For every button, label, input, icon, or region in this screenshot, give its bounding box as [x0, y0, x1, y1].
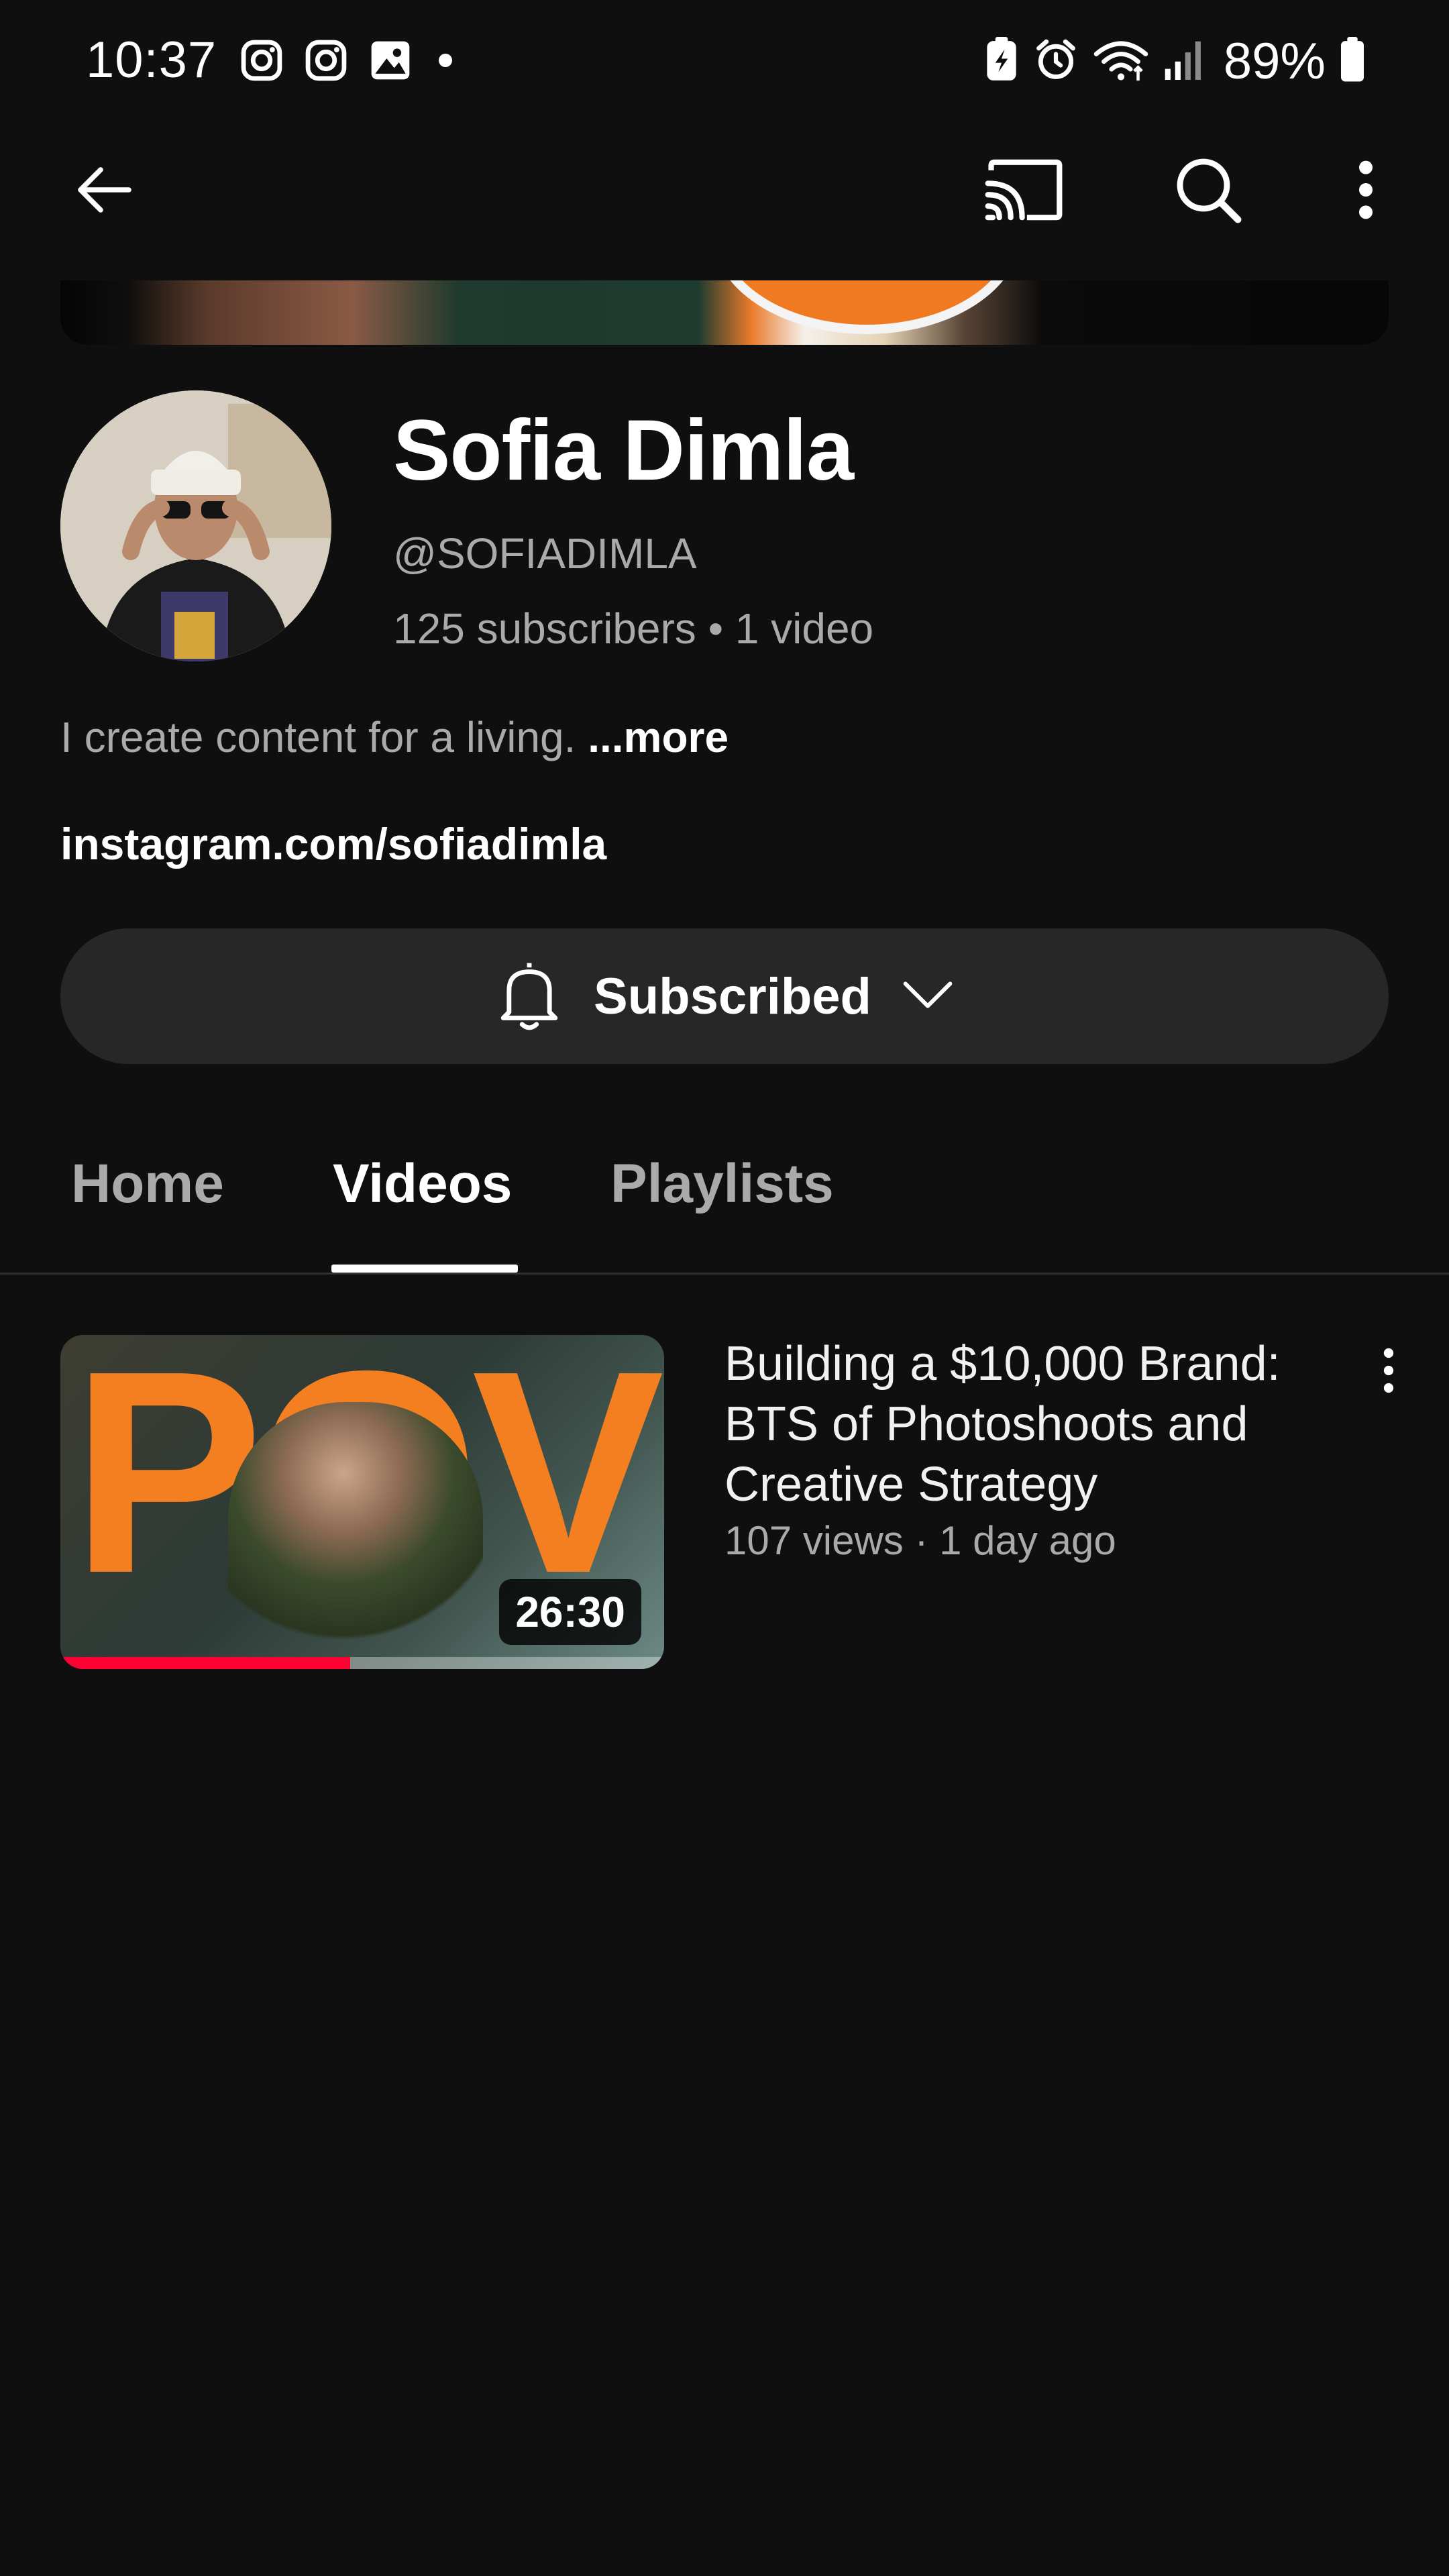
tab-playlists[interactable]: Playlists: [610, 1152, 834, 1216]
youtube-channel-page: 10:37 89% Sofia Dimla @SOFIADIMLA 125 su…: [0, 0, 1449, 2576]
more-link[interactable]: ...more: [576, 713, 729, 761]
video-duration: 26:30: [499, 1579, 641, 1645]
status-icons-right: 89%: [983, 32, 1366, 91]
cast-button[interactable]: [977, 154, 1071, 228]
search-button[interactable]: [1165, 154, 1252, 228]
channel-banner: [60, 280, 1389, 345]
back-button[interactable]: [64, 158, 145, 225]
banner-graphic: [712, 280, 1021, 334]
instagram-icon: [239, 38, 284, 87]
more-vert-icon: [1352, 156, 1379, 227]
bell-icon: [494, 957, 564, 1036]
instagram-icon: [303, 38, 349, 87]
top-app-bar: [0, 138, 1449, 245]
channel-description[interactable]: I create content for a living. ...more: [60, 712, 729, 762]
thumbnail-person: [228, 1402, 483, 1657]
dot-icon: [432, 47, 459, 77]
description-text: I create content for a living.: [60, 713, 576, 761]
active-tab-indicator: [331, 1265, 518, 1273]
channel-link[interactable]: instagram.com/sofiadimla: [60, 818, 606, 869]
channel-handle: @SOFIADIMLA: [393, 529, 697, 578]
more-options-button[interactable]: [1339, 154, 1393, 228]
wifi-icon: [1092, 37, 1150, 86]
channel-tabs: Home Videos Playlists: [0, 1114, 1449, 1275]
battery-saver-icon: [983, 37, 1020, 86]
cast-icon: [981, 156, 1066, 227]
back-arrow-icon: [68, 158, 142, 225]
video-menu-button[interactable]: [1368, 1342, 1409, 1402]
tab-videos[interactable]: Videos: [333, 1152, 512, 1216]
channel-stats: 125 subscribers • 1 video: [393, 604, 874, 653]
battery-percent: 89%: [1223, 33, 1326, 90]
watch-progress-bar: [60, 1657, 350, 1669]
status-time: 10:37: [86, 32, 217, 89]
status-icons-left: [239, 38, 459, 87]
subscribed-label: Subscribed: [594, 967, 871, 1025]
video-meta: 107 views · 1 day ago: [724, 1518, 1116, 1563]
gallery-icon: [368, 38, 413, 87]
subscribed-button[interactable]: Subscribed: [60, 928, 1389, 1064]
channel-name: Sofia Dimla: [393, 402, 854, 498]
chevron-down-icon: [901, 975, 955, 1018]
signal-icon: [1163, 37, 1203, 86]
channel-avatar[interactable]: [60, 390, 331, 661]
video-thumbnail[interactable]: POV 26:30: [60, 1335, 664, 1669]
video-title[interactable]: Building a $10,000 Brand: BTS of Photosh…: [724, 1334, 1342, 1515]
battery-icon: [1339, 37, 1366, 86]
more-vert-icon: [1380, 1344, 1397, 1401]
search-icon: [1171, 152, 1246, 231]
alarm-icon: [1033, 37, 1079, 86]
tab-home[interactable]: Home: [71, 1152, 224, 1216]
status-bar: 10:37 89%: [0, 0, 1449, 124]
